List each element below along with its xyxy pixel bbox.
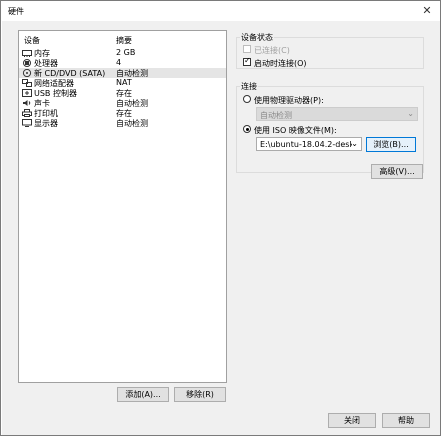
column-header-summary[interactable]: 摘要 — [116, 35, 132, 46]
device-row-sound-card[interactable]: 声卡 自动检测 — [19, 98, 226, 108]
window-title: 硬件 — [8, 7, 24, 16]
browse-button[interactable]: 浏览(B)... — [366, 137, 416, 152]
device-row-display[interactable]: 显示器 自动检测 — [19, 118, 226, 128]
device-row-cd-dvd[interactable]: 新 CD/DVD (SATA) 自动检测 — [19, 68, 226, 78]
device-summary: 自动检测 — [116, 119, 148, 128]
chevron-down-icon: ⌄ — [351, 139, 358, 148]
remove-button[interactable]: 移除(R) — [174, 387, 226, 402]
device-summary: NAT — [116, 78, 132, 87]
device-row-memory[interactable]: 内存 2 GB — [19, 48, 226, 58]
connection-title: 连接 — [240, 81, 258, 92]
checkmark-icon: ✓ — [244, 56, 251, 65]
device-row-processor[interactable]: 处理器 4 — [19, 58, 226, 68]
column-header-device[interactable]: 设备 — [24, 35, 40, 46]
device-row-usb-controller[interactable]: USB 控制器 存在 — [19, 88, 226, 98]
connected-checkbox[interactable] — [243, 45, 251, 53]
connected-label: 已连接(C) — [254, 46, 290, 55]
memory-icon — [22, 50, 32, 57]
iso-image-radio[interactable] — [243, 125, 251, 133]
title-bar: 硬件 ✕ — [1, 1, 440, 21]
dialog-body: 设备 摘要 内存 2 GB 处理器 4 新 CD/DVD (SATA) 自动检测… — [2, 21, 440, 435]
iso-path-value: E:\ubuntu-18.04.2-desktop- — [260, 140, 352, 149]
close-icon[interactable]: ✕ — [420, 4, 434, 18]
list-header: 设备 摘要 — [19, 35, 226, 46]
device-row-network-adapter[interactable]: 网络适配器 NAT — [19, 78, 226, 88]
device-row-printer[interactable]: 打印机 存在 — [19, 108, 226, 118]
device-name: 显示器 — [34, 119, 58, 128]
device-summary: 4 — [116, 58, 122, 67]
processor-icon — [23, 59, 31, 67]
device-list[interactable]: 设备 摘要 内存 2 GB 处理器 4 新 CD/DVD (SATA) 自动检测… — [18, 30, 227, 383]
advanced-button[interactable]: 高级(V)... — [371, 164, 423, 179]
device-summary: 2 GB — [116, 48, 136, 57]
help-button[interactable]: 帮助 — [382, 413, 430, 428]
chevron-down-icon: ⌄ — [407, 109, 414, 118]
sound-card-icon — [23, 100, 31, 106]
display-icon — [22, 119, 32, 127]
physical-drive-select[interactable]: 自动检测 ⌄ — [256, 107, 418, 121]
network-adapter-icon — [22, 79, 32, 87]
usb-icon — [22, 89, 32, 97]
physical-drive-value: 自动检测 — [260, 111, 292, 120]
cd-dvd-icon — [22, 69, 32, 77]
iso-path-combobox[interactable]: E:\ubuntu-18.04.2-desktop- ⌄ — [256, 137, 362, 151]
printer-icon — [22, 109, 32, 117]
iso-image-label: 使用 ISO 映像文件(M): — [254, 126, 337, 135]
physical-drive-label: 使用物理驱动器(P): — [254, 96, 324, 105]
hardware-dialog: 硬件 ✕ 设备 摘要 内存 2 GB 处理器 4 新 CD/DVD (SATA) — [0, 0, 441, 436]
radio-selected-dot — [245, 127, 249, 131]
close-button[interactable]: 关闭 — [328, 413, 376, 428]
physical-drive-radio[interactable] — [243, 95, 251, 103]
device-status-title: 设备状态 — [240, 32, 274, 43]
connect-at-power-on-label: 启动时连接(O) — [254, 59, 307, 68]
connect-at-power-on-checkbox[interactable]: ✓ — [243, 56, 251, 66]
add-button[interactable]: 添加(A)... — [117, 387, 169, 402]
